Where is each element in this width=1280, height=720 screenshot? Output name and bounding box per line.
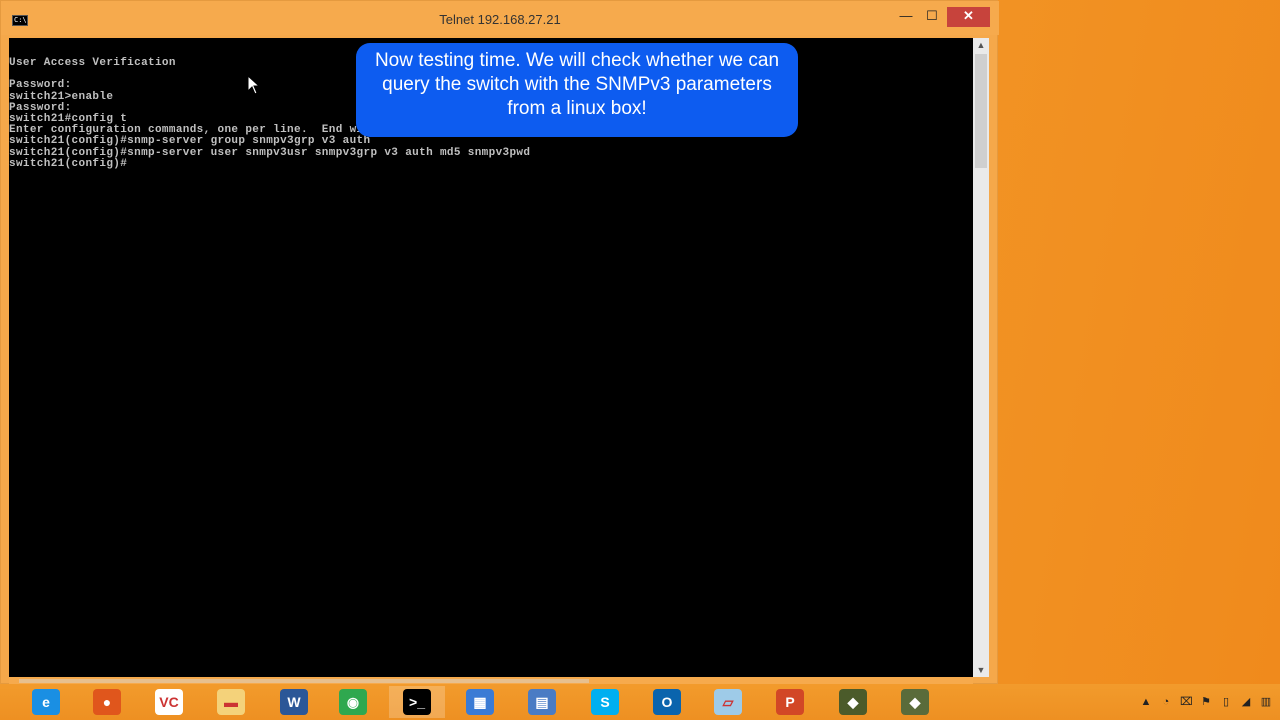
taskbar-button[interactable]: P — [762, 686, 818, 718]
system-tray: ▲ ◔ ⌧ ⚑ ▯ ◢ ▥ — [1140, 694, 1272, 710]
show-hidden-icons-icon[interactable]: ▲ — [1140, 696, 1152, 708]
mouse-cursor-icon — [247, 75, 261, 95]
chrome-icon: ◉ — [339, 689, 367, 715]
app-icon-green: ◆ — [839, 689, 867, 715]
action-center-flag-icon[interactable]: ⚑ — [1200, 696, 1212, 708]
powerpoint-icon: P — [776, 689, 804, 715]
taskbar-button[interactable]: W — [266, 686, 322, 718]
power-icon[interactable]: ▯ — [1220, 696, 1232, 708]
taskbar-button[interactable]: S — [577, 686, 633, 718]
taskbar-button[interactable]: ▦ — [452, 686, 508, 718]
internet-explorer-icon: e — [32, 689, 60, 715]
tutorial-callout: Now testing time. We will check whether … — [356, 43, 798, 137]
close-button[interactable]: ✕ — [947, 7, 990, 27]
window-title: Telnet 192.168.27.21 — [439, 12, 561, 27]
taskbar-button[interactable]: VC — [141, 686, 197, 718]
remote-desktop-icon: ▦ — [466, 689, 494, 715]
taskbar-button[interactable]: ▬ — [203, 686, 259, 718]
scroll-down-icon[interactable]: ▼ — [973, 663, 989, 677]
word-icon: W — [280, 689, 308, 715]
taskbar-button[interactable]: ◉ — [325, 686, 381, 718]
notepad-icon: ▱ — [714, 689, 742, 715]
taskbar-button[interactable]: ▱ — [700, 686, 756, 718]
signal-icon[interactable]: ▥ — [1260, 696, 1272, 708]
taskbar-button[interactable]: >_ — [389, 686, 445, 718]
callout-text: Now testing time. We will check whether … — [374, 50, 780, 119]
taskbar-button[interactable]: O — [639, 686, 695, 718]
maximize-button[interactable]: ☐ — [921, 7, 943, 27]
volume-icon[interactable]: ◢ — [1240, 696, 1252, 708]
taskbar: e ● VC ▬ W ◉ >_ ▦ ▤ S O ▱ P ◆ ◆ ▲ ◔ ⌧ ⚑ ▯ ◢ ▥ — [0, 684, 1280, 720]
app-icon-red: ◆ — [901, 689, 929, 715]
title-bar[interactable]: C:\ Telnet 192.168.27.21 — ☐ ✕ — [1, 1, 999, 35]
vertical-scrollbar[interactable]: ▲ ▼ — [973, 38, 989, 677]
network-icon[interactable]: ⌧ — [1180, 696, 1193, 708]
minimize-button[interactable]: — — [895, 7, 917, 27]
taskbar-button[interactable]: ● — [79, 686, 135, 718]
network-tool-icon: ▤ — [528, 689, 556, 715]
vnc-viewer-icon: VC — [155, 689, 183, 715]
wifi-icon[interactable]: ◔ — [1160, 696, 1172, 708]
horizontal-scroll-thumb[interactable] — [19, 679, 589, 683]
taskbar-button[interactable]: ▤ — [514, 686, 570, 718]
skype-icon: S — [591, 689, 619, 715]
taskbar-button[interactable]: ◆ — [825, 686, 881, 718]
taskbar-button[interactable]: ◆ — [887, 686, 943, 718]
file-explorer-icon: ▬ — [217, 689, 245, 715]
outlook-icon: O — [653, 689, 681, 715]
command-prompt-icon: >_ — [403, 689, 431, 715]
vertical-scroll-thumb[interactable] — [975, 54, 987, 168]
firefox-icon: ● — [93, 689, 121, 715]
scroll-up-icon[interactable]: ▲ — [973, 38, 989, 52]
taskbar-button[interactable]: e — [18, 686, 74, 718]
